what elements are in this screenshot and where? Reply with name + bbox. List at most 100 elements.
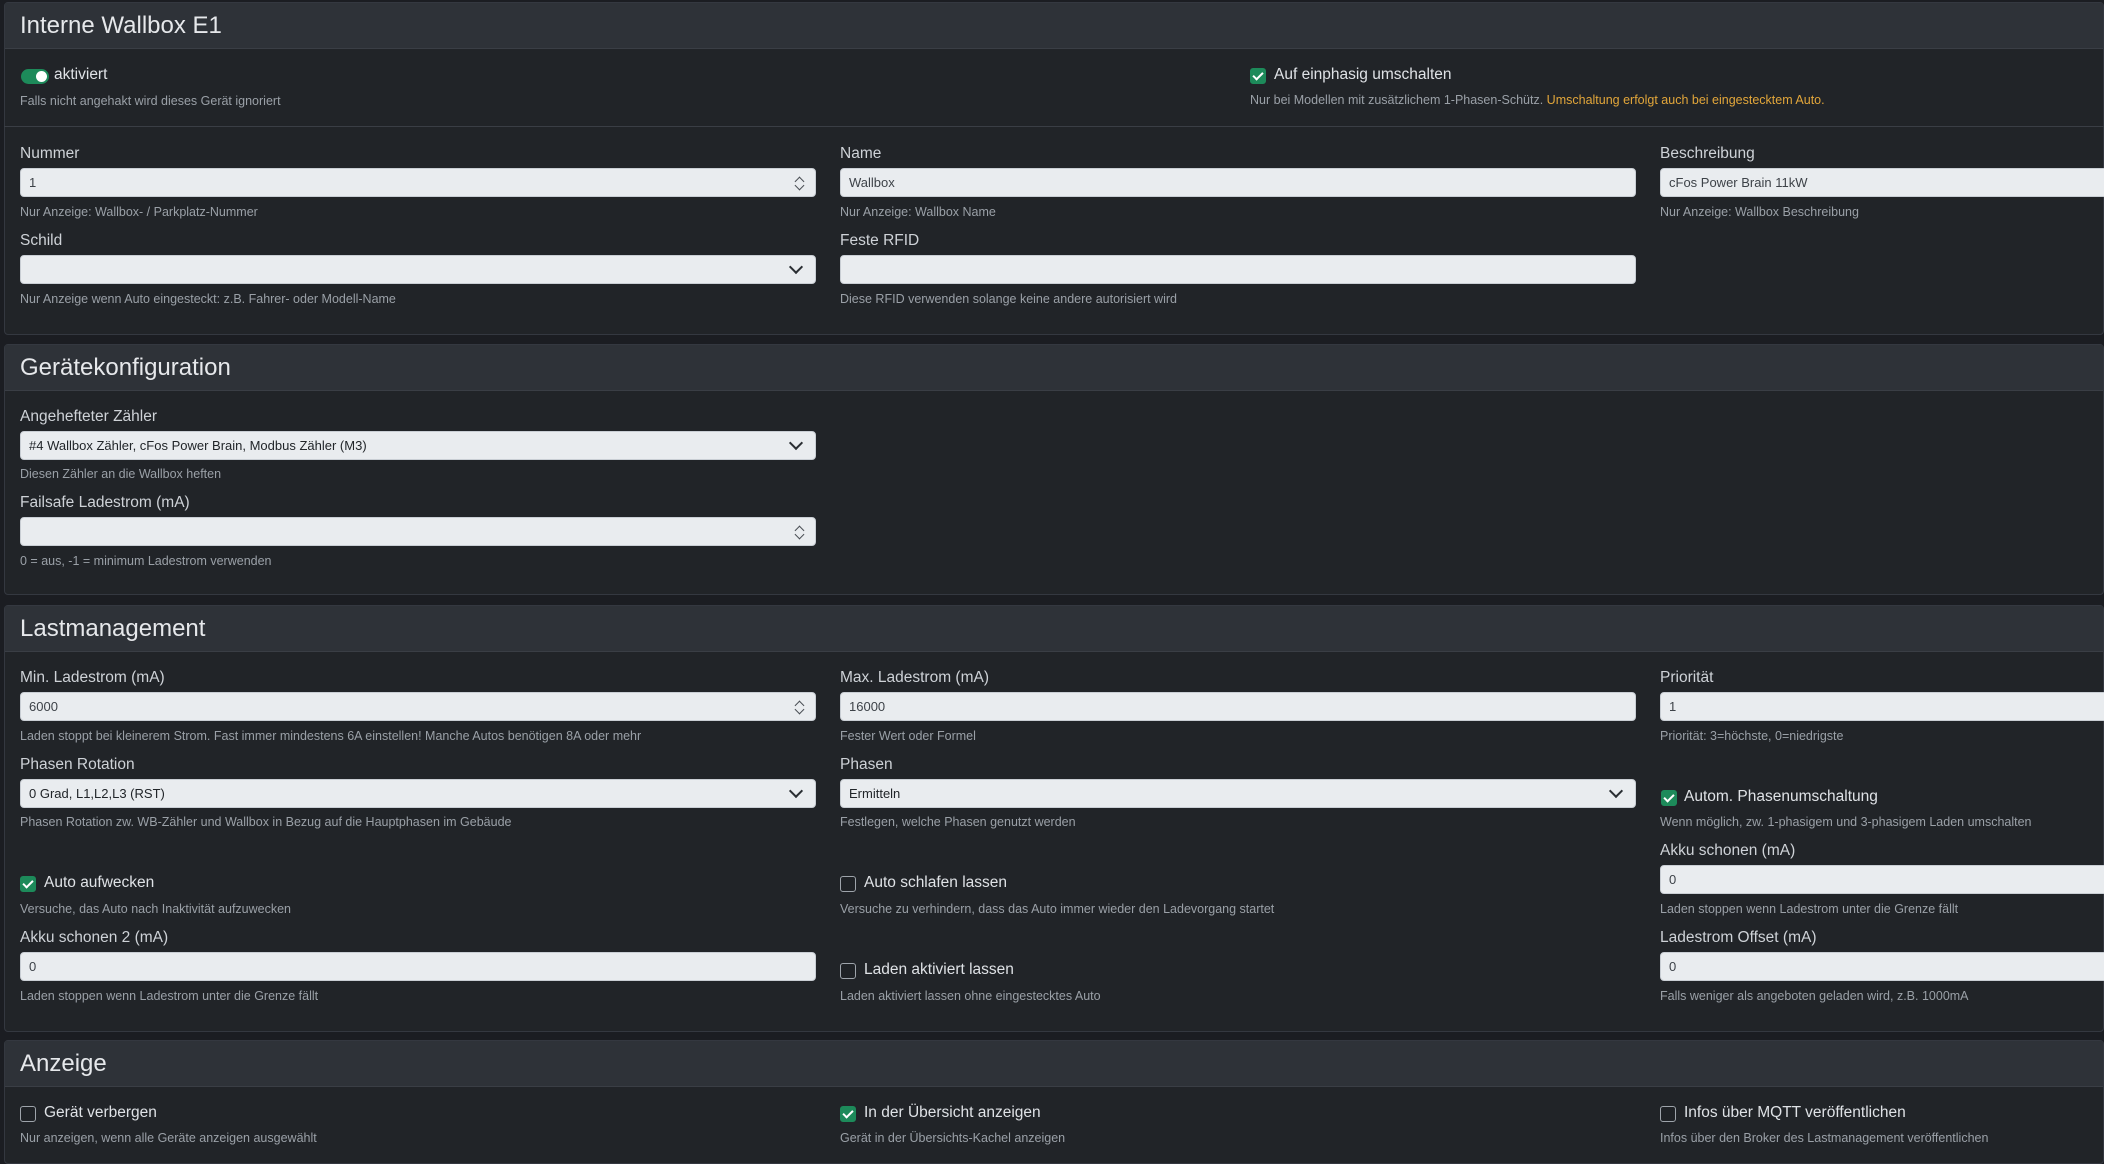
aufwecken-checkbox[interactable] <box>20 876 36 892</box>
wallbox-card-title: Interne Wallbox E1 <box>5 3 2103 49</box>
geraet-card: Gerätekonfiguration <box>4 344 2104 595</box>
rfid-label: Feste RFID <box>840 232 920 249</box>
akku2-label: Akku schonen 2 (mA) <box>20 929 169 946</box>
autom-checkbox[interactable] <box>1661 790 1677 806</box>
phasen-value: Ermitteln <box>849 786 901 801</box>
min-input[interactable]: 6000 <box>20 692 816 721</box>
aktiviert-toggle[interactable] <box>21 69 49 84</box>
zaehler-label: Angehefteter Zähler <box>20 408 158 425</box>
akku-input[interactable]: 0 <box>1660 865 2104 894</box>
rfid-input[interactable] <box>840 255 1636 284</box>
chevron-down-icon <box>788 783 804 799</box>
wallbox-divider <box>4 126 2104 127</box>
akku-value: 0 <box>1669 872 1677 887</box>
prio-value: 1 <box>1669 699 1677 714</box>
schild-select[interactable] <box>20 255 816 284</box>
rotation-help: Phasen Rotation zw. WB-Zähler und Wallbo… <box>20 815 512 829</box>
aufwecken-help: Versuche, das Auto nach Inaktivität aufz… <box>20 902 292 916</box>
min-help: Laden stoppt bei kleinerem Strom. Fast i… <box>20 729 642 743</box>
zaehler-select[interactable]: #4 Wallbox Zähler, cFos Power Brain, Mod… <box>20 431 816 460</box>
min-label: Min. Ladestrom (mA) <box>20 669 165 686</box>
name-label: Name <box>840 145 882 162</box>
failsafe-help: 0 = aus, -1 = minimum Ladestrom verwende… <box>20 554 272 568</box>
rotation-label: Phasen Rotation <box>20 756 135 773</box>
beschreibung-input[interactable]: cFos Power Brain 11kW <box>1660 168 2104 197</box>
einphasig-label: Auf einphasig umschalten <box>1274 66 1452 83</box>
verbergen-label: Gerät verbergen <box>44 1104 157 1121</box>
schlafen-checkbox[interactable] <box>840 876 856 892</box>
min-value: 6000 <box>29 699 58 714</box>
anzeige-card: Anzeige <box>4 1040 2104 1164</box>
name-value: Wallbox <box>849 175 895 190</box>
geraet-card-title: Gerätekonfiguration <box>5 345 2103 391</box>
failsafe-input[interactable] <box>20 517 816 546</box>
aktiv-help: Laden aktiviert lassen ohne eingesteckte… <box>840 989 1101 1003</box>
last-card-title: Lastmanagement <box>5 606 2103 652</box>
aktiv-label: Laden aktiviert lassen <box>864 961 1014 978</box>
offset-input[interactable]: 0 <box>1660 952 2104 981</box>
einphasig-warning: Umschaltung erfolgt auch bei eingesteckt… <box>1546 93 1825 107</box>
phasen-label: Phasen <box>840 756 893 773</box>
chevron-down-icon <box>1608 783 1624 799</box>
akku-help: Laden stoppen wenn Ladestrom unter die G… <box>1660 902 1959 916</box>
zaehler-value: #4 Wallbox Zähler, cFos Power Brain, Mod… <box>29 438 367 453</box>
stepper-icon[interactable] <box>795 699 805 715</box>
autom-help: Wenn möglich, zw. 1-phasigem und 3-phasi… <box>1660 815 2032 829</box>
mqtt-label: Infos über MQTT veröffentlichen <box>1684 1104 1906 1121</box>
name-input[interactable]: Wallbox <box>840 168 1636 197</box>
offset-label: Ladestrom Offset (mA) <box>1660 929 1817 946</box>
aktiviert-help: Falls nicht angehakt wird dieses Gerät i… <box>20 94 281 108</box>
stepper-icon[interactable] <box>795 524 805 540</box>
uebersicht-checkbox[interactable] <box>840 1106 856 1122</box>
phasen-select[interactable]: Ermitteln <box>840 779 1636 808</box>
akku-label: Akku schonen (mA) <box>1660 842 1796 859</box>
max-value: 16000 <box>849 699 886 714</box>
beschreibung-value: cFos Power Brain 11kW <box>1669 175 1808 190</box>
phasen-help: Festlegen, welche Phasen genutzt werden <box>840 815 1076 829</box>
aufwecken-label: Auto aufwecken <box>44 874 155 891</box>
akku2-value: 0 <box>29 959 37 974</box>
aktiv-checkbox[interactable] <box>840 963 856 979</box>
schlafen-help: Versuche zu verhindern, dass das Auto im… <box>840 902 1275 916</box>
schlafen-label: Auto schlafen lassen <box>864 874 1008 891</box>
stepper-icon[interactable] <box>795 175 805 191</box>
max-help: Fester Wert oder Formel <box>840 729 976 743</box>
akku2-input[interactable]: 0 <box>20 952 816 981</box>
verbergen-help: Nur anzeigen, wenn alle Geräte anzeigen … <box>20 1131 317 1145</box>
autom-label: Autom. Phasenumschaltung <box>1684 788 1878 805</box>
uebersicht-help: Gerät in der Übersichts-Kachel anzeigen <box>840 1131 1066 1145</box>
nummer-input[interactable]: 1 <box>20 168 816 197</box>
aktiviert-label: aktiviert <box>54 66 108 83</box>
beschreibung-label: Beschreibung <box>1660 145 1755 162</box>
nummer-help: Nur Anzeige: Wallbox- / Parkplatz-Nummer <box>20 205 258 219</box>
einphasig-help: Nur bei Modellen mit zusätzlichem 1-Phas… <box>1250 93 1825 107</box>
prio-label: Priorität <box>1660 669 1714 686</box>
rotation-value: 0 Grad, L1,L2,L3 (RST) <box>29 786 165 801</box>
uebersicht-label: In der Übersicht anzeigen <box>864 1104 1041 1121</box>
akku2-help: Laden stoppen wenn Ladestrom unter die G… <box>20 989 319 1003</box>
nummer-value: 1 <box>29 175 37 190</box>
offset-help: Falls weniger als angeboten geladen wird… <box>1660 989 1969 1003</box>
schild-help: Nur Anzeige wenn Auto eingesteckt: z.B. … <box>20 292 396 306</box>
einphasig-help-text: Nur bei Modellen mit zusätzlichem 1-Phas… <box>1250 93 1544 107</box>
failsafe-label: Failsafe Ladestrom (mA) <box>20 494 190 511</box>
prio-input[interactable]: 1 <box>1660 692 2104 721</box>
max-input[interactable]: 16000 <box>840 692 1636 721</box>
rotation-select[interactable]: 0 Grad, L1,L2,L3 (RST) <box>20 779 816 808</box>
zaehler-help: Diesen Zähler an die Wallbox heften <box>20 467 222 481</box>
mqtt-help: Infos über den Broker des Lastmanagement… <box>1660 1131 1989 1145</box>
schild-label: Schild <box>20 232 63 249</box>
chevron-down-icon <box>788 259 804 275</box>
rfid-help: Diese RFID verwenden solange keine ander… <box>840 292 1177 306</box>
prio-help: Priorität: 3=höchste, 0=niedrigste <box>1660 729 1844 743</box>
anzeige-card-title: Anzeige <box>5 1041 2103 1087</box>
nummer-label: Nummer <box>20 145 80 162</box>
offset-value: 0 <box>1669 959 1677 974</box>
verbergen-checkbox[interactable] <box>20 1106 36 1122</box>
name-help: Nur Anzeige: Wallbox Name <box>840 205 996 219</box>
mqtt-checkbox[interactable] <box>1660 1106 1676 1122</box>
max-label: Max. Ladestrom (mA) <box>840 669 990 686</box>
einphasig-checkbox[interactable] <box>1250 68 1266 84</box>
chevron-down-icon <box>788 435 804 451</box>
beschreibung-help: Nur Anzeige: Wallbox Beschreibung <box>1660 205 1859 219</box>
